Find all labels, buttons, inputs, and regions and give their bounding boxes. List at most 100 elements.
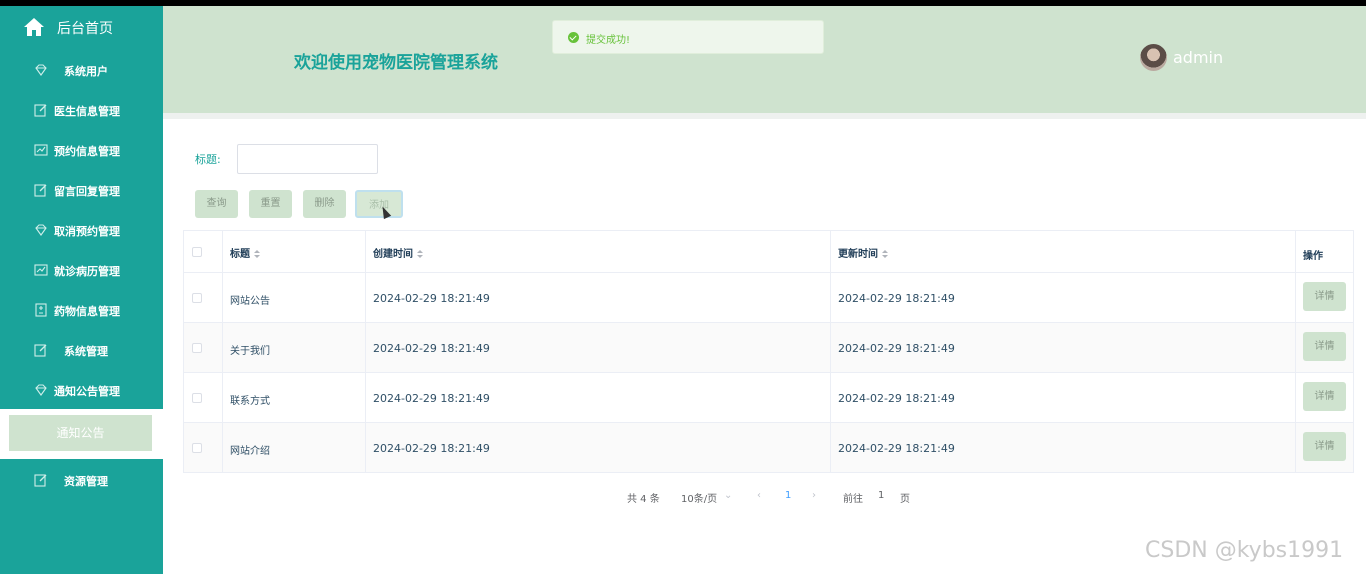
sidebar-item-label: 系统管理 <box>64 345 108 358</box>
sidebar-item-label: 就诊病历管理 <box>54 265 120 278</box>
sidebar-item-appointment[interactable]: 预约信息管理 <box>0 130 163 170</box>
column-title-label: 标题 <box>230 249 250 260</box>
sidebar-home[interactable]: 后台首页 <box>0 6 163 48</box>
sort-icon[interactable] <box>254 249 261 259</box>
sidebar-item-label: 药物信息管理 <box>54 305 120 318</box>
cell-updated-text: 2024-02-29 18:21:49 <box>838 392 955 405</box>
username[interactable]: admin <box>1173 48 1223 67</box>
table-row: 联系方式 2024-02-29 18:21:49 2024-02-29 18:2… <box>183 373 1354 423</box>
cell-updated-text: 2024-02-29 18:21:49 <box>838 292 955 305</box>
table-row: 网站介绍 2024-02-29 18:21:49 2024-02-29 18:2… <box>183 423 1354 473</box>
avatar[interactable] <box>1140 44 1167 71</box>
sidebar-item-label: 取消预约管理 <box>54 225 120 238</box>
cell-action: 详情 <box>1296 323 1354 372</box>
sidebar-item-label: 留言回复管理 <box>54 185 120 198</box>
page-title: 欢迎使用宠物医院管理系统 <box>294 53 498 73</box>
sidebar-item-system-users[interactable]: 系统用户 <box>0 50 163 90</box>
next-page-icon[interactable]: › <box>812 490 816 501</box>
sort-icon[interactable] <box>417 249 424 259</box>
column-title[interactable]: 标题 <box>223 231 366 272</box>
sidebar-item-doctor[interactable]: 医生信息管理 <box>0 90 163 130</box>
success-toast: 提交成功! <box>552 20 824 54</box>
watermark: CSDN @kybs1991 <box>1145 538 1344 563</box>
gem-icon <box>35 224 47 236</box>
header-divider <box>163 113 1366 119</box>
chevron-down-icon[interactable]: ⌄ <box>724 490 732 501</box>
sidebar-subitem-label: 通知公告 <box>9 415 152 451</box>
goto-label: 前往 <box>843 494 863 505</box>
row-checkbox-cell <box>183 373 223 422</box>
sidebar-item-resource[interactable]: 资源管理 <box>0 460 163 500</box>
cell-title-text: 网站介绍 <box>230 446 270 457</box>
search-input[interactable] <box>237 144 378 174</box>
pagination-total: 共 4 条 <box>627 494 660 505</box>
select-all-checkbox[interactable] <box>192 247 202 257</box>
prev-page-icon[interactable]: ‹ <box>757 490 761 501</box>
sort-icon[interactable] <box>882 249 889 259</box>
sidebar-subitem-notice[interactable]: 通知公告 <box>0 409 163 459</box>
cell-updated-text: 2024-02-29 18:21:49 <box>838 342 955 355</box>
column-created[interactable]: 创建时间 <box>366 231 831 272</box>
sidebar-item-medical-records[interactable]: 就诊病历管理 <box>0 250 163 290</box>
cell-title-text: 关于我们 <box>230 346 270 357</box>
table-row: 关于我们 2024-02-29 18:21:49 2024-02-29 18:2… <box>183 323 1354 373</box>
cell-action: 详情 <box>1296 273 1354 322</box>
page-unit-label: 页 <box>900 494 910 505</box>
row-checkbox[interactable] <box>192 393 202 403</box>
delete-button[interactable]: 删除 <box>303 190 346 218</box>
header: 欢迎使用宠物医院管理系统 提交成功! admin <box>163 6 1366 113</box>
cell-created: 2024-02-29 18:21:49 <box>366 273 831 322</box>
sidebar-item-medicine[interactable]: 药物信息管理 <box>0 290 163 330</box>
cell-action: 详情 <box>1296 373 1354 422</box>
document-icon <box>35 303 47 317</box>
sidebar-item-label: 通知公告管理 <box>54 385 120 398</box>
column-updated[interactable]: 更新时间 <box>831 231 1296 272</box>
edit-icon <box>34 184 47 197</box>
row-checkbox[interactable] <box>192 293 202 303</box>
search-label: 标题: <box>195 153 221 166</box>
column-action-label: 操作 <box>1303 251 1323 262</box>
page-size-select[interactable]: 10条/页 <box>681 490 717 505</box>
add-button[interactable]: 添加 <box>355 190 403 218</box>
row-checkbox[interactable] <box>192 343 202 353</box>
cell-updated-text: 2024-02-29 18:21:49 <box>838 442 955 455</box>
current-page[interactable]: 1 <box>785 490 791 501</box>
goto-page-input[interactable]: 1 <box>878 490 884 501</box>
cell-updated: 2024-02-29 18:21:49 <box>831 273 1296 322</box>
edit-icon <box>34 344 47 357</box>
detail-button[interactable]: 详情 <box>1303 282 1346 311</box>
sidebar-item-notice-management[interactable]: 通知公告管理 <box>0 370 163 410</box>
row-checkbox-cell <box>183 423 223 472</box>
cell-created: 2024-02-29 18:21:49 <box>366 423 831 472</box>
cell-updated: 2024-02-29 18:21:49 <box>831 323 1296 372</box>
query-button[interactable]: 查询 <box>195 190 238 218</box>
cell-created-text: 2024-02-29 18:21:49 <box>373 342 490 355</box>
edit-icon <box>34 474 47 487</box>
row-checkbox[interactable] <box>192 443 202 453</box>
sidebar-item-message-reply[interactable]: 留言回复管理 <box>0 170 163 210</box>
sidebar-home-label: 后台首页 <box>57 21 113 37</box>
edit-icon <box>34 104 47 117</box>
table-header: 标题 创建时间 更新时间 操作 <box>183 230 1354 273</box>
cell-created: 2024-02-29 18:21:49 <box>366 323 831 372</box>
gem-icon <box>35 64 47 76</box>
cell-title-text: 网站公告 <box>230 296 270 307</box>
sidebar-item-cancel-appointment[interactable]: 取消预约管理 <box>0 210 163 250</box>
row-checkbox-cell <box>183 273 223 322</box>
reset-button[interactable]: 重置 <box>249 190 292 218</box>
detail-button[interactable]: 详情 <box>1303 432 1346 461</box>
column-created-label: 创建时间 <box>373 249 413 260</box>
check-circle-icon <box>568 32 579 43</box>
cell-title: 网站介绍 <box>223 423 366 472</box>
sidebar-item-label: 医生信息管理 <box>54 105 120 118</box>
cell-title: 网站公告 <box>223 273 366 322</box>
row-checkbox-cell <box>183 323 223 372</box>
sidebar-item-system-management[interactable]: 系统管理 <box>0 330 163 370</box>
cell-created-text: 2024-02-29 18:21:49 <box>373 292 490 305</box>
detail-button[interactable]: 详情 <box>1303 332 1346 361</box>
toast-message: 提交成功! <box>586 35 631 46</box>
cell-created: 2024-02-29 18:21:49 <box>366 373 831 422</box>
cell-created-text: 2024-02-29 18:21:49 <box>373 392 490 405</box>
detail-button[interactable]: 详情 <box>1303 382 1346 411</box>
header-checkbox-cell <box>183 231 223 272</box>
